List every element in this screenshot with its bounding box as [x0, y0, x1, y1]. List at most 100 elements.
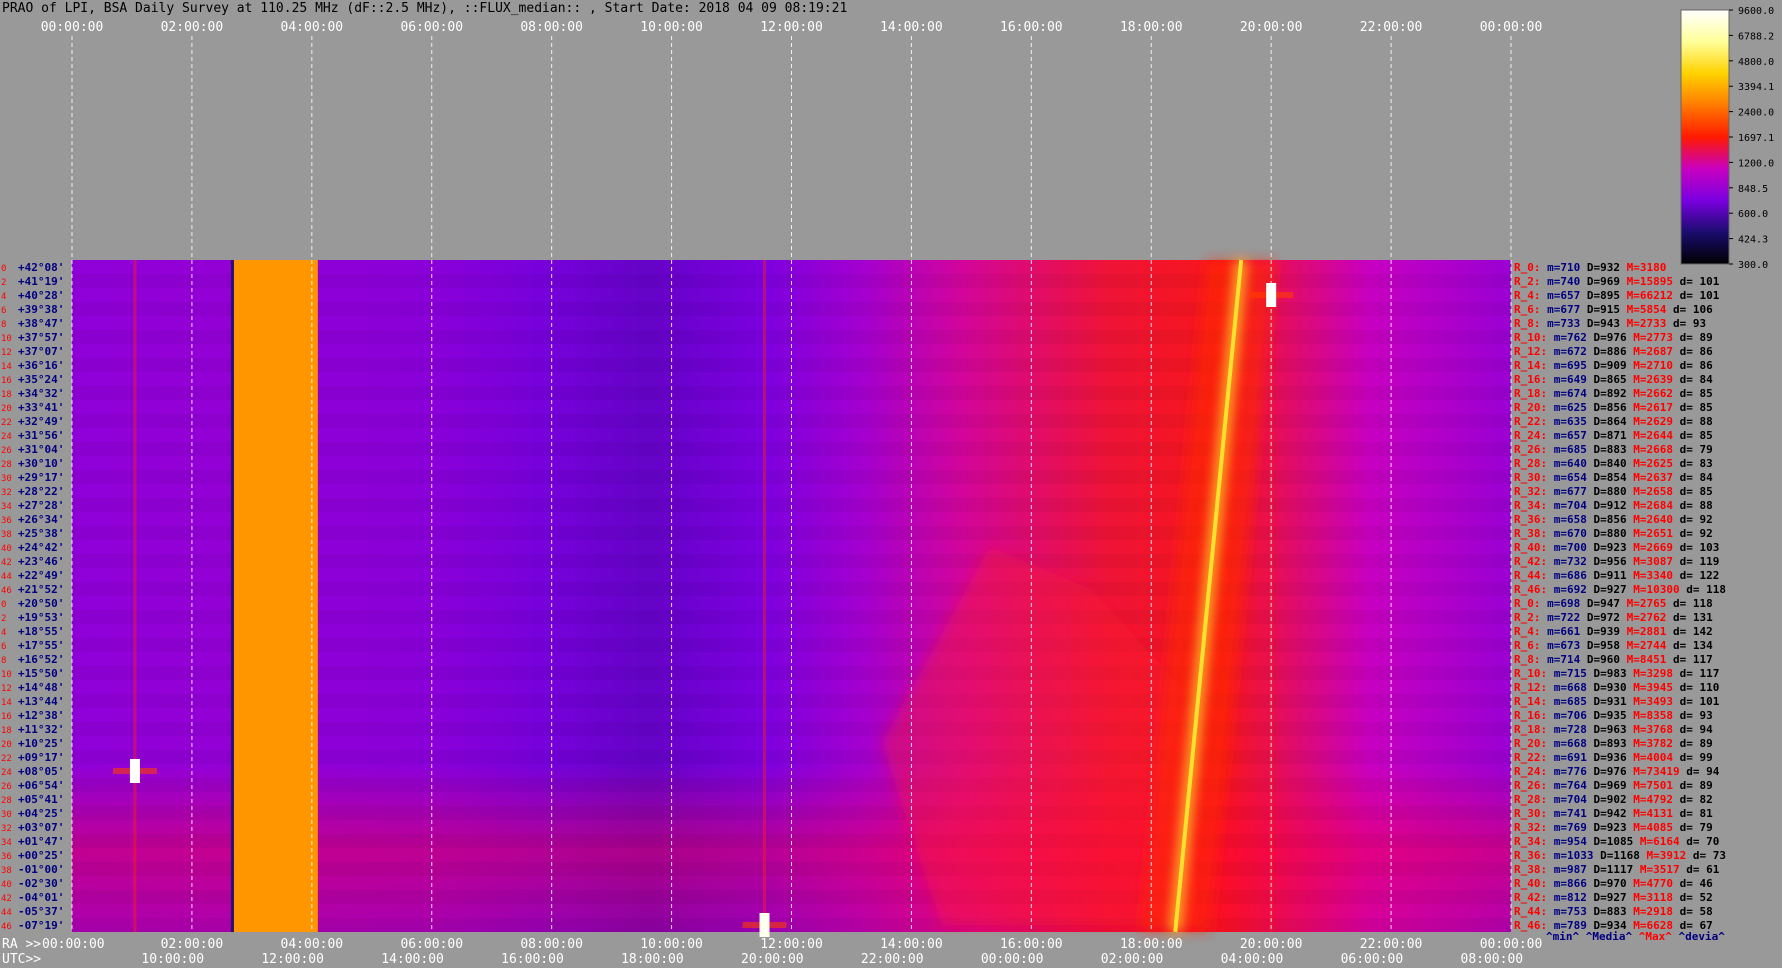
- row-index: 28: [1, 796, 12, 806]
- row-index: 22: [1, 754, 12, 764]
- row-stat: R_46: m=692 D=927 M=10300 d= 118: [1514, 583, 1726, 596]
- ra-tick-label: 04:00:00: [281, 937, 344, 952]
- row-index: 12: [1, 348, 12, 358]
- row-index: 38: [1, 866, 12, 876]
- x-top-tick-label: 00:00:00: [1480, 20, 1543, 35]
- x-top-tick-label: 08:00:00: [520, 20, 583, 35]
- row-stat: R_24: m=657 D=871 M=2644 d= 85: [1514, 429, 1713, 442]
- x-axis-ra: RA >> 00:00:00 02:00:00 04:00:00 06:00:00 08:…: [2, 937, 1542, 952]
- declination-label: -05°37': [18, 905, 64, 918]
- utc-tick-label: 00:00:00: [981, 952, 1044, 967]
- colorbar-tick-label: 4800.0: [1738, 57, 1774, 68]
- row-stat: R_36: m=658 D=856 M=2640 d= 92: [1514, 513, 1713, 526]
- row-index: 34: [1, 838, 12, 848]
- row-stat: R_34: m=704 D=912 M=2684 d= 88: [1514, 499, 1713, 512]
- utc-tick-label: 14:00:00: [381, 952, 444, 967]
- declination-label: +27°28': [18, 499, 64, 512]
- declination-label: +12°38': [18, 709, 64, 722]
- declination-label: +00°25': [18, 849, 64, 862]
- row-stat: R_28: m=704 D=902 M=4792 d= 82: [1514, 793, 1713, 806]
- utc-tick-label: 20:00:00: [741, 952, 804, 967]
- row-index: 30: [1, 810, 12, 820]
- row-index: 20: [1, 404, 12, 414]
- row-index: 2: [1, 278, 6, 288]
- row-stat: R_26: m=764 D=969 M=7501 d= 89: [1514, 779, 1713, 792]
- colorbar-tick-label: 1697.1: [1738, 133, 1774, 144]
- utc-tick-label: 06:00:00: [1341, 952, 1404, 967]
- row-stat: R_28: m=640 D=840 M=2625 d= 83: [1514, 457, 1713, 470]
- row-index: 24: [1, 432, 12, 442]
- row-index: 0: [1, 600, 6, 610]
- declination-label: +33°41': [18, 401, 64, 414]
- declination-label: +21°52': [18, 583, 64, 596]
- declination-label: +09°17': [18, 751, 64, 764]
- x-axis-top: 00:00:00 02:00:00 04:00:00 06:00:00 08:00:00…: [41, 20, 1543, 35]
- declination-label: +13°44': [18, 695, 64, 708]
- row-stat: R_2: m=722 D=972 M=2762 d= 131: [1514, 611, 1713, 624]
- declination-label: -07°19': [18, 919, 64, 932]
- row-index: 26: [1, 782, 12, 792]
- colorbar-tick-label: 300.0: [1738, 260, 1768, 271]
- ra-tick-label: 06:00:00: [400, 937, 463, 952]
- declination-label: +20°50': [18, 597, 64, 610]
- row-stat: R_26: m=685 D=883 M=2668 d= 79: [1514, 443, 1713, 456]
- declination-label: +24°42': [18, 541, 64, 554]
- declination-label: +19°53': [18, 611, 64, 624]
- row-stat: R_14: m=685 D=931 M=3493 d= 101: [1514, 695, 1720, 708]
- utc-tick-label: 22:00:00: [861, 952, 924, 967]
- row-stat: R_30: m=654 D=854 M=2637 d= 84: [1514, 471, 1713, 484]
- row-stat: R_4: m=657 D=895 M=66212 d= 101: [1514, 289, 1720, 302]
- row-stat: R_8: m=733 D=943 M=2733 d= 93: [1514, 317, 1706, 330]
- row-index: 8: [1, 656, 6, 666]
- row-index: 10: [1, 670, 12, 680]
- ra-tick-label: 14:00:00: [880, 937, 943, 952]
- row-stat: R_44: m=753 D=883 M=2918 d= 58: [1514, 905, 1713, 918]
- row-stat: R_40: m=866 D=970 M=4770 d= 46: [1514, 877, 1713, 890]
- declination-label: +16°52': [18, 653, 64, 666]
- declination-label: +22°49': [18, 569, 64, 582]
- row-index: 18: [1, 390, 12, 400]
- row-index: 38: [1, 530, 12, 540]
- row-index: 14: [1, 698, 12, 708]
- row-index: 40: [1, 880, 12, 890]
- row-index: 24: [1, 768, 12, 778]
- row-stat: R_38: m=987 D=1117 M=3517 d= 61: [1514, 863, 1720, 876]
- row-index: 0: [1, 264, 6, 274]
- row-index: 46: [1, 922, 12, 932]
- survey-chart: 00:00:00 02:00:00 04:00:00 06:00:00 08:00:00…: [1, 6, 1774, 967]
- declination-label: +31°04': [18, 443, 64, 456]
- row-stat: R_32: m=677 D=880 M=2658 d= 85: [1514, 485, 1713, 498]
- row-index: 28: [1, 460, 12, 470]
- ra-tick-label: 20:00:00: [1240, 937, 1303, 952]
- row-stat: R_6: m=673 D=958 M=2744 d= 134: [1514, 639, 1713, 652]
- row-index: 22: [1, 418, 12, 428]
- declination-label: +17°55': [18, 639, 64, 652]
- row-index: 26: [1, 446, 12, 456]
- row-stat: R_0: m=710 D=932 M=3180: [1514, 261, 1666, 274]
- declination-label: +04°25': [18, 807, 64, 820]
- x-top-tick-label: 14:00:00: [880, 20, 943, 35]
- colorbar: 9600.0 6788.2 4800.0 3394.1 2400.0 1697.1 1200…: [1680, 6, 1774, 271]
- colorbar-tick-label: 1200.0: [1738, 158, 1774, 169]
- ra-tick-label: 16:00:00: [1000, 937, 1063, 952]
- declination-label: +30°10': [18, 457, 64, 470]
- declination-label: +18°55': [18, 625, 64, 638]
- ra-axis-label: RA >>: [2, 937, 41, 952]
- colorbar-tick-label: 2400.0: [1738, 108, 1774, 119]
- y-axis-labels: 0 +42°08' 2 +41°19' 4 +40°28' 6 +39°38' 8 +38°47'…: [1, 261, 64, 932]
- row-index: 46: [1, 586, 12, 596]
- row-index: 6: [1, 306, 6, 316]
- declination-label: +10°25': [18, 737, 64, 750]
- row-index: 30: [1, 474, 12, 484]
- declination-label: +28°22': [18, 485, 64, 498]
- row-index: 16: [1, 712, 12, 722]
- row-stat: R_12: m=668 D=930 M=3945 d= 110: [1514, 681, 1719, 694]
- x-top-tick-label: 00:00:00: [41, 20, 104, 35]
- row-index: 34: [1, 502, 12, 512]
- row-index: 40: [1, 544, 12, 554]
- row-index: 8: [1, 320, 6, 330]
- row-index: 42: [1, 894, 12, 904]
- declination-label: +38°47': [18, 317, 64, 330]
- row-stat: R_40: m=700 D=923 M=2669 d= 103: [1514, 541, 1719, 554]
- colorbar-tick-label: 9600.0: [1738, 6, 1774, 17]
